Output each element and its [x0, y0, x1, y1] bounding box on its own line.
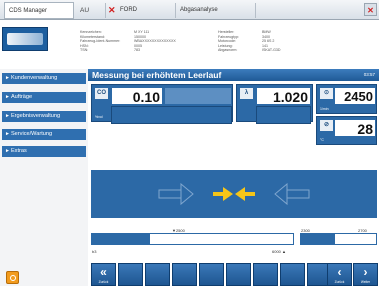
page-title-bar: Messung bei erhöhtem Leerlauf 03:57: [88, 69, 379, 81]
chevron-right-icon: ►: [5, 113, 10, 119]
lambda-secondary-field: [256, 106, 311, 124]
temperature-measurement-box: ⊘ 28 °C: [316, 116, 377, 145]
temperature-value: 28: [334, 119, 376, 137]
next-button[interactable]: › Weiter: [353, 263, 378, 286]
sidebar-item-label: Kundenverwaltung: [10, 75, 58, 81]
chevron-right-icon: ►: [5, 131, 10, 137]
info-label: TSN:: [80, 48, 89, 53]
rpm-indicator-band: [91, 170, 377, 218]
lambda-icon: λ: [240, 88, 253, 99]
lambda-measurement-box: λ 1.020: [236, 84, 313, 124]
chevron-left-icon: ‹: [337, 265, 342, 279]
sidebar-item-auftraege[interactable]: ►Aufträge: [2, 92, 86, 103]
rpm-range-fill: [92, 234, 151, 244]
power-button[interactable]: [6, 271, 19, 284]
chevron-right-icon: ►: [5, 94, 10, 100]
tab-abgasanalyse-label: Abgasanalyse: [180, 7, 218, 13]
previous-button[interactable]: ‹ Zurück: [327, 263, 352, 286]
info-values-left: M XY 111 150000 WBAXXXXXXXXXXXXXX 0005 7…: [134, 30, 176, 53]
close-window-icon[interactable]: ✕: [364, 3, 377, 16]
info-value: ISKAT-G3D: [262, 48, 281, 53]
sidebar-item-ergebnisverwaltung[interactable]: ►Ergebnisverwaltung: [2, 111, 86, 122]
sidebar-item-label: Extras: [10, 148, 27, 154]
bottom-toolbar: « Zurück ‹ Zurück › Weiter: [91, 263, 379, 286]
sidebar-item-label: Service/Wartung: [10, 131, 53, 137]
temperature-unit: °C: [320, 138, 324, 142]
info-value: 783: [134, 48, 140, 53]
toolbar-button-4[interactable]: [172, 263, 197, 286]
lambda-value: 1.020: [256, 87, 311, 105]
chevron-right-icon: ►: [5, 148, 10, 154]
tab-cds-manager-label: CDS Manager: [9, 8, 48, 14]
sidebar-item-kundenverwaltung[interactable]: ►Kundenverwaltung: [2, 73, 86, 84]
power-icon: [10, 275, 16, 281]
thermometer-icon: ⊘: [320, 120, 333, 131]
previous-button-label: Zurück: [334, 280, 345, 284]
close-tab-icon[interactable]: ✕: [108, 3, 116, 18]
back-button-label: Zurück: [98, 280, 109, 284]
info-labels-left: Kennzeichen: Kilometerstand: Fahrzeug-Id…: [80, 30, 120, 53]
tab-country[interactable]: AU: [76, 3, 106, 18]
indicator-arrows: [158, 182, 310, 206]
co-unit: %vol: [95, 115, 103, 119]
rpm-unit: 1/min: [320, 107, 329, 111]
co-measurement-box: CO 0.10 %vol: [91, 84, 233, 124]
tab-country-label: AU: [80, 7, 90, 14]
rpm-range-bar: [91, 233, 294, 245]
sidebar-item-label: Ergebnisverwaltung: [10, 113, 61, 119]
co-reference-field: [164, 87, 232, 105]
sidebar-item-service-wartung[interactable]: ►Service/Wartung: [2, 129, 86, 140]
toolbar-button-7[interactable]: [253, 263, 278, 286]
tab-cds-manager[interactable]: CDS Manager: [4, 2, 74, 19]
chevron-right-icon: ►: [5, 75, 10, 81]
target-range-bar: [300, 233, 377, 245]
arrow-row: [95, 178, 373, 210]
toolbar-button-2[interactable]: [118, 263, 143, 286]
tab-ford[interactable]: FORD: [106, 3, 176, 18]
double-chevron-left-icon: «: [100, 265, 107, 279]
co-icon: CO: [95, 88, 108, 99]
title-right-info: 03:57: [363, 72, 375, 77]
toolbar-button-6[interactable]: [226, 263, 251, 286]
info-label: Abgasnorm:: [218, 48, 238, 53]
info-labels-right: Hersteller: Fahrzeugtyp: Motorcode: Leis…: [218, 30, 239, 53]
tab-abgasanalyse[interactable]: Abgasanalyse: [176, 3, 256, 18]
toolbar-button-8[interactable]: [280, 263, 305, 286]
next-button-label: Weiter: [360, 280, 371, 284]
sidebar-item-extras[interactable]: ►Extras: [2, 146, 86, 157]
ghost-arrow-left-icon: [274, 182, 310, 206]
rpm-measurement-box: ⊙ 2450 1/min: [316, 84, 377, 114]
info-values-right: BMW 3400 25 6S 2 141 ISKAT-G3D: [262, 30, 281, 53]
target-arrows-icon: [213, 187, 255, 201]
back-button[interactable]: « Zurück: [91, 263, 116, 286]
toolbar-button-3[interactable]: [145, 263, 170, 286]
rpm-value: 2450: [334, 87, 376, 105]
bar-left-label: b3: [92, 249, 97, 254]
bar-right-label: 6000 ▲: [272, 249, 286, 254]
top-tab-bar: CDS Manager AU FORD ✕ Abgasanalyse ✕: [0, 0, 379, 20]
co-secondary-field: [111, 106, 232, 124]
toolbar-button-5[interactable]: [199, 263, 224, 286]
rpm-icon: ⊙: [320, 88, 333, 99]
vehicle-logo: [2, 27, 48, 51]
sidebar-item-label: Aufträge: [10, 94, 33, 100]
ghost-arrow-right-icon: [158, 182, 194, 206]
vehicle-image: [7, 33, 43, 45]
co-value: 0.10: [111, 87, 163, 105]
chevron-right-icon: ›: [363, 265, 368, 279]
page-title: Messung bei erhöhtem Leerlauf: [92, 70, 222, 80]
target-range-fill: [301, 234, 335, 244]
vehicle-info-panel: [0, 21, 379, 69]
